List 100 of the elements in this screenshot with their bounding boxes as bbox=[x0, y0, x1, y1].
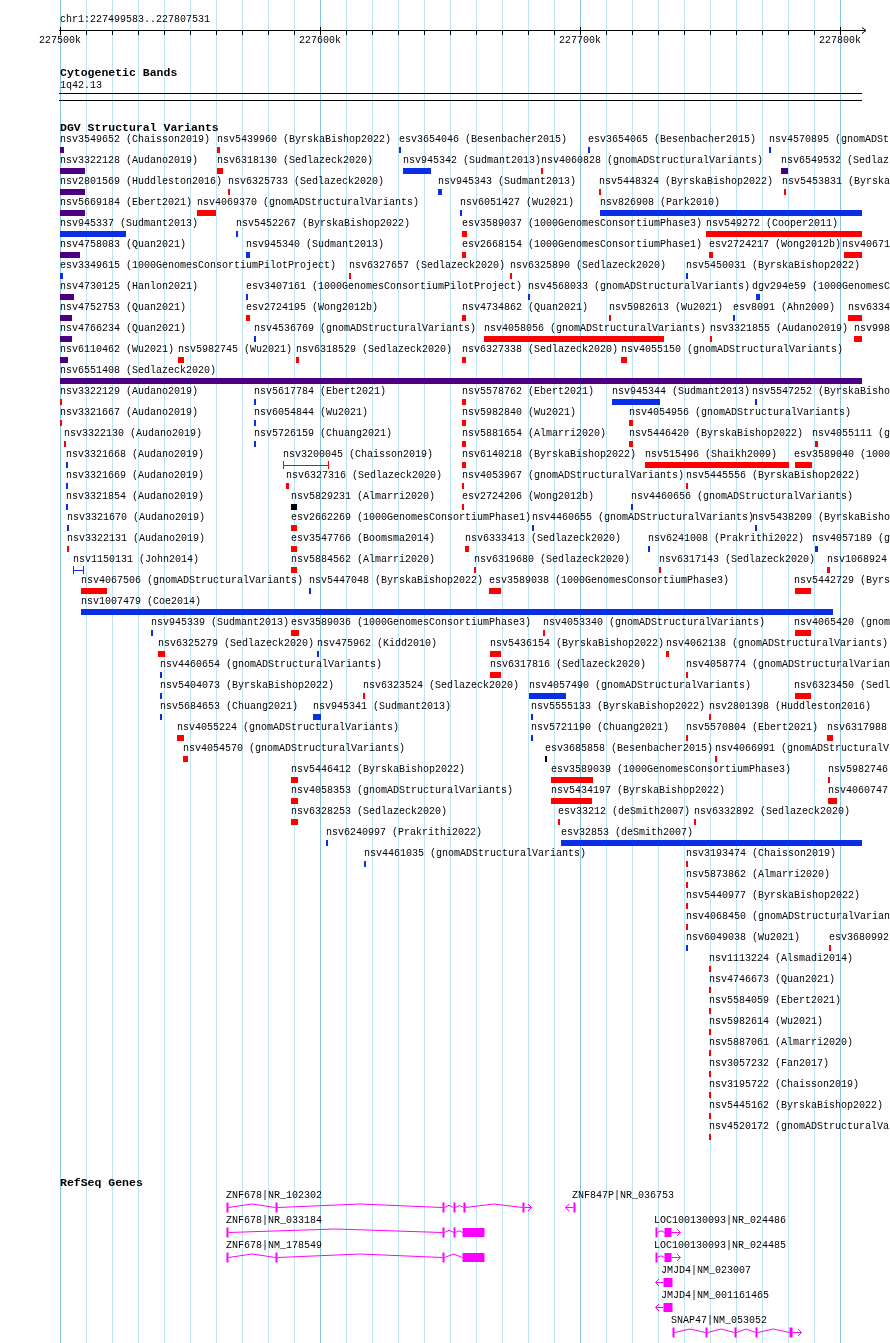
variant-label: nsv3322129 (Audano2019) bbox=[60, 386, 199, 397]
variant-label: nsv3322128 (Audano2019) bbox=[60, 155, 199, 166]
variant-label: nsv5442729 (Byrs bbox=[793, 575, 890, 586]
variant-label: nsv5617784 (Ebert2021) bbox=[254, 386, 387, 397]
variant-label: nsv5584059 (Ebert2021) bbox=[709, 995, 842, 1006]
variant-label: nsv6110462 (Wu2021) bbox=[60, 344, 175, 355]
variant-label: nsv6328253 (Sedlazeck2020) bbox=[291, 806, 448, 817]
variant-label: esv3654065 (Besenbacher2015) bbox=[588, 134, 757, 145]
variant-label: nsv3322131 (Audano2019) bbox=[67, 533, 206, 544]
variant-label: nsv6240997 (Prakrithi2022) bbox=[326, 827, 483, 838]
variant-label: esv2668154 (1000GenomesConsortiumPhase1) bbox=[462, 239, 703, 250]
gene-label: LOC100130093|NR_024486 bbox=[654, 1215, 787, 1226]
variant-label: nsv945343 (Sudmant2013) bbox=[438, 176, 577, 187]
variant-label: nsv6318130 (Sedlazeck2020) bbox=[217, 155, 374, 166]
variant-label: nsv5982614 (Wu2021) bbox=[709, 1016, 824, 1027]
variant-label: nsv945340 (Sudmant2013) bbox=[246, 239, 385, 250]
variant-label: nsv5446412 (ByrskaBishop2022) bbox=[291, 764, 466, 775]
variant-label: esv3589039 (1000GenomesConsortiumPhase3) bbox=[551, 764, 792, 775]
variant-label: nsv6241008 (Prakrithi2022) bbox=[648, 533, 805, 544]
variant-label: esv33212 (deSmith2007) bbox=[558, 806, 691, 817]
variant-label: esv2724217 (Wong2012b) bbox=[709, 239, 842, 250]
variant-label: nsv3321669 (Audano2019) bbox=[66, 470, 205, 481]
variant-label: nsv1113224 (Alsmadi2014) bbox=[709, 953, 854, 964]
variant-label: nsv5440977 (ByrskaBishop2022) bbox=[686, 890, 861, 901]
variant-label: nsv4060828 (gnomADStructuralVariants) bbox=[541, 155, 764, 166]
variant-label: nsv5450031 (ByrskaBishop2022) bbox=[686, 260, 861, 271]
variant-label: nsv826908 (Park2010) bbox=[600, 197, 721, 208]
variant-label: nsv4758083 (Quan2021) bbox=[60, 239, 187, 250]
variant-label: nsv4067506 (gnomADStructuralVariants) bbox=[81, 575, 304, 586]
variant-label: nsv945337 (Sudmant2013) bbox=[60, 218, 199, 229]
track-title: DGV Structural Variants bbox=[60, 121, 219, 134]
variant-label: nsv4069370 (gnomADStructuralVariants) bbox=[197, 197, 420, 208]
variant-label: nsv4568033 (gnomADStructuralVariants) bbox=[528, 281, 751, 292]
variant-label: nsv3321667 (Audano2019) bbox=[60, 407, 199, 418]
ruler-tick-label: 227600k bbox=[299, 35, 341, 46]
variant-label: esv3407161 (1000GenomesConsortiumPilotProject) bbox=[246, 281, 523, 292]
variant-label: nsv4536769 (gnomADStructuralVariants) bbox=[254, 323, 477, 334]
variant-label: nsv3193474 (Chaisson2019) bbox=[686, 848, 837, 859]
track-title: RefSeq Genes bbox=[60, 1176, 143, 1189]
variant-label: nsv945341 (Sudmant2013) bbox=[313, 701, 452, 712]
variant-label: nsv515496 (Shaikh2009) bbox=[645, 449, 778, 460]
variant-label: nsv6054844 (Wu2021) bbox=[254, 407, 369, 418]
variant-label: nsv4058774 (gnomADStructuralVarian bbox=[685, 659, 890, 670]
variant-label: nsv6323524 (Sedlazeck2020) bbox=[363, 680, 520, 691]
ruler-tick-label: 227700k bbox=[559, 35, 601, 46]
variant-label: esv8091 (Ahn2009) bbox=[733, 302, 836, 313]
gene-model bbox=[654, 1251, 681, 1264]
gene-label: LOC100130093|NR_024485 bbox=[654, 1240, 787, 1251]
variant-label: nsv5578762 (Ebert2021) bbox=[462, 386, 595, 397]
variant-label: esv3589036 (1000GenomesConsortiumPhase3) bbox=[291, 617, 532, 628]
variant-label: nsv945339 (Sudmant2013) bbox=[151, 617, 290, 628]
variant-label: nsv5721190 (Chuang2021) bbox=[531, 722, 670, 733]
variant-label: nsv4068450 (gnomADStructuralVarian bbox=[685, 911, 890, 922]
variant-label: nsv945344 (Sudmant2013) bbox=[612, 386, 751, 397]
variant-label: nsv4752753 (Quan2021) bbox=[60, 302, 187, 313]
gene-model bbox=[564, 1201, 576, 1214]
variant-label: nsv6317988 bbox=[827, 722, 887, 733]
variant-label: esv3589040 (1000 bbox=[793, 449, 890, 460]
variant-label: nsv2801398 (Huddleston2016) bbox=[709, 701, 872, 712]
variant-label: nsv5555133 (ByrskaBishop2022) bbox=[531, 701, 706, 712]
gene-label: JMJD4|NM_023007 bbox=[661, 1265, 751, 1276]
variant-label: nsv3321670 (Audano2019) bbox=[67, 512, 206, 523]
variant-label: nsv4734862 (Quan2021) bbox=[462, 302, 589, 313]
variant-label: nsv3322130 (Audano2019) bbox=[64, 428, 203, 439]
variant-label: nsv5436154 (ByrskaBishop2022) bbox=[490, 638, 665, 649]
gene-label: JMJD4|NM_001161465 bbox=[661, 1290, 770, 1301]
track-title: Cytogenetic Bands bbox=[60, 66, 178, 79]
variant-label: nsv4062138 (gnomADStructuralVariants) bbox=[666, 638, 889, 649]
gene-label: ZNF678|NM_178549 bbox=[226, 1240, 322, 1251]
variant-label: nsv6319680 (Sedlazeck2020) bbox=[474, 554, 631, 565]
variant-label: esv3654046 (Besenbacher2015) bbox=[399, 134, 568, 145]
variant-label: nsv4066991 (gnomADStructuralV bbox=[715, 743, 890, 754]
gene-model bbox=[654, 1301, 673, 1314]
variant-label: nsv3549652 (Chaisson2019) bbox=[60, 134, 211, 145]
location-label: chr1:227499583..227807531 bbox=[60, 14, 211, 25]
gene-label: SNAP47|NM_053052 bbox=[671, 1315, 767, 1326]
variant-label: nsv5453831 (Byrska bbox=[781, 176, 890, 187]
variant-label: nsv475962 (Kidd2010) bbox=[317, 638, 438, 649]
variant-label: dgv294e59 (1000GenomesC bbox=[751, 281, 890, 292]
variant-label: nsv4058353 (gnomADStructuralVariants) bbox=[291, 785, 514, 796]
variant-label: nsv6140218 (ByrskaBishop2022) bbox=[462, 449, 637, 460]
variant-label: esv2724206 (Wong2012b) bbox=[462, 491, 595, 502]
variant-label: nsv4055111 (g bbox=[812, 428, 890, 439]
variant-label: nsv5873862 (Almarri2020) bbox=[686, 869, 831, 880]
variant-label: nsv6549532 (Sedlaz bbox=[781, 155, 890, 166]
gene-model bbox=[654, 1226, 681, 1239]
ruler-tick-label: 227800k bbox=[819, 35, 861, 46]
variant-label: nsv4058056 (gnomADStructuralVariants) bbox=[484, 323, 707, 334]
variant-label: nsv5547252 (ByrskaBisho bbox=[751, 386, 890, 397]
variant-label: nsv6049038 (Wu2021) bbox=[686, 932, 801, 943]
variant-label: nsv5982745 (Wu2021) bbox=[178, 344, 293, 355]
variant-label: nsv998 bbox=[854, 323, 890, 334]
variant-label: esv3685858 (Besenbacher2015) bbox=[545, 743, 714, 754]
variant-label: esv2724195 (Wong2012b) bbox=[246, 302, 379, 313]
variant-label: nsv5570804 (Ebert2021) bbox=[686, 722, 819, 733]
variant-label: nsv5982613 (Wu2021) bbox=[609, 302, 724, 313]
variant-label: esv3349615 (1000GenomesConsortiumPilotProject) bbox=[60, 260, 337, 271]
variant-label: nsv6327316 (Sedlazeck2020) bbox=[286, 470, 443, 481]
variant-label: nsv4057490 (gnomADStructuralVariants) bbox=[529, 680, 752, 691]
variant-label: nsv5434197 (ByrskaBishop2022) bbox=[551, 785, 726, 796]
